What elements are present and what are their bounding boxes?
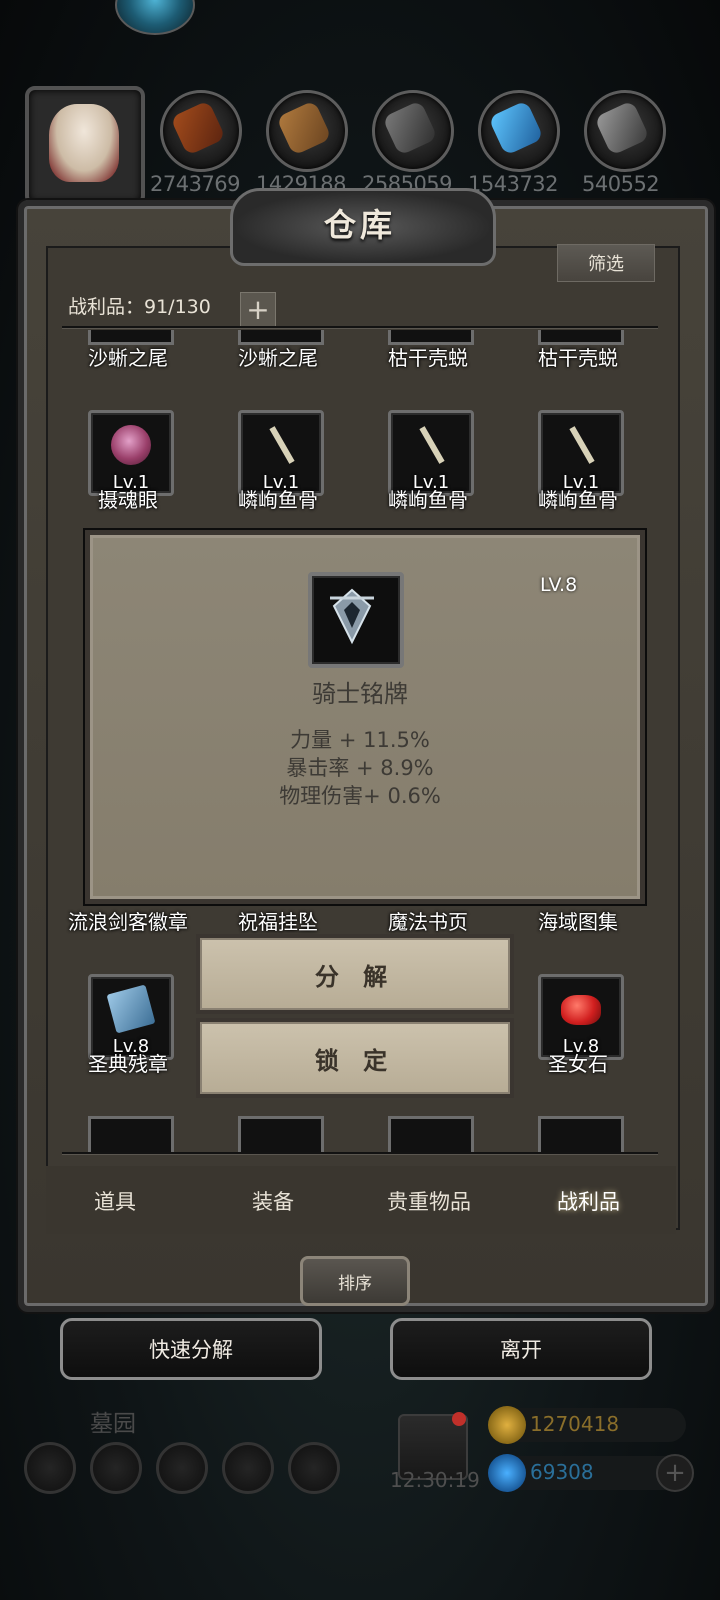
tab-loot[interactable]: 战利品	[557, 1186, 620, 1216]
tooltip-level: LV.8	[540, 574, 578, 596]
character-portrait[interactable]	[25, 86, 145, 206]
item-name: 海域图集	[538, 910, 618, 934]
gold-amount: 1270418	[530, 1412, 620, 1436]
divider	[62, 326, 658, 329]
resource-count-meat: 2743769	[150, 172, 241, 196]
gold-coin-icon	[488, 1406, 526, 1444]
knight-badge-icon	[308, 572, 404, 668]
add-currency-plus-icon[interactable]: +	[656, 1454, 694, 1492]
loot-capacity-label: 战利品：91/130	[68, 296, 211, 318]
tab-items[interactable]: 道具	[94, 1186, 136, 1216]
iron-resource-icon[interactable]	[584, 90, 666, 172]
sort-button[interactable]: 排序	[300, 1256, 410, 1306]
notification-dot	[452, 1412, 466, 1426]
plus-icon[interactable]: +	[240, 292, 276, 328]
item-name: 流浪剑客徽章	[68, 910, 188, 934]
item-icon-partial[interactable]	[88, 1116, 174, 1153]
wood-resource-icon[interactable]	[266, 90, 348, 172]
item-name: 枯干壳蜕	[388, 346, 468, 370]
inventory-menu-icon[interactable]	[288, 1442, 340, 1494]
item-name: 圣女石	[548, 1052, 608, 1076]
item-icon-partial[interactable]	[538, 1116, 624, 1153]
item-icon-partial[interactable]	[238, 1116, 324, 1153]
tab-valuables[interactable]: 贵重物品	[387, 1186, 471, 1216]
fishbone-icon	[419, 426, 445, 464]
item-name: 嶙峋鱼骨	[388, 488, 468, 512]
filter-button[interactable]: 筛选	[557, 244, 655, 282]
item-name: 祝福挂坠	[238, 910, 318, 934]
item-name: 沙蜥之尾	[88, 346, 168, 370]
decompose-button[interactable]: 分 解	[196, 934, 514, 1014]
divider	[62, 1152, 658, 1155]
resource-count-iron: 540552	[582, 172, 660, 196]
eye-icon	[111, 425, 151, 465]
rabbit-character-icon	[49, 104, 119, 182]
tab-equipment[interactable]: 装备	[252, 1186, 294, 1216]
red-stone-icon	[561, 995, 601, 1025]
quick-decompose-button[interactable]: 快速分解	[60, 1318, 322, 1380]
leave-button[interactable]: 离开	[390, 1318, 652, 1380]
star-menu-icon[interactable]	[90, 1442, 142, 1494]
tooltip-item-name: 骑士铭牌	[312, 680, 408, 708]
fishbone-icon	[569, 426, 595, 464]
item-name: 嶙峋鱼骨	[538, 488, 618, 512]
timer: 12:30:19	[390, 1468, 480, 1492]
stone-resource-icon[interactable]	[372, 90, 454, 172]
lock-button[interactable]: 锁 定	[196, 1018, 514, 1098]
item-name: 枯干壳蜕	[538, 346, 618, 370]
fishbone-icon	[269, 426, 295, 464]
area-name: 墓园	[90, 1411, 136, 1437]
item-name: 圣典残章	[88, 1052, 168, 1076]
item-name: 沙蜥之尾	[238, 346, 318, 370]
item-name: 魔法书页	[388, 910, 468, 934]
tooltip-stat: 物理伤害+ 0.6%	[279, 784, 441, 808]
meat-resource-icon[interactable]	[160, 90, 242, 172]
book-icon	[106, 984, 156, 1034]
gem-amount: 69308	[530, 1460, 594, 1484]
tooltip-stat: 力量 + 11.5%	[290, 728, 430, 752]
settings-gear-icon[interactable]	[24, 1442, 76, 1494]
item-name: 嶙峋鱼骨	[238, 488, 318, 512]
mail-icon[interactable]	[222, 1442, 274, 1494]
item-name: 摄魂眼	[98, 488, 158, 512]
gem-icon	[488, 1454, 526, 1492]
top-avatar-icon[interactable]	[115, 0, 195, 35]
skills-menu-icon[interactable]	[156, 1442, 208, 1494]
tooltip-stat: 暴击率 + 8.9%	[286, 756, 434, 780]
crystal-resource-icon[interactable]	[478, 90, 560, 172]
item-icon-partial[interactable]	[388, 1116, 474, 1153]
page-title: 仓库	[323, 206, 396, 244]
